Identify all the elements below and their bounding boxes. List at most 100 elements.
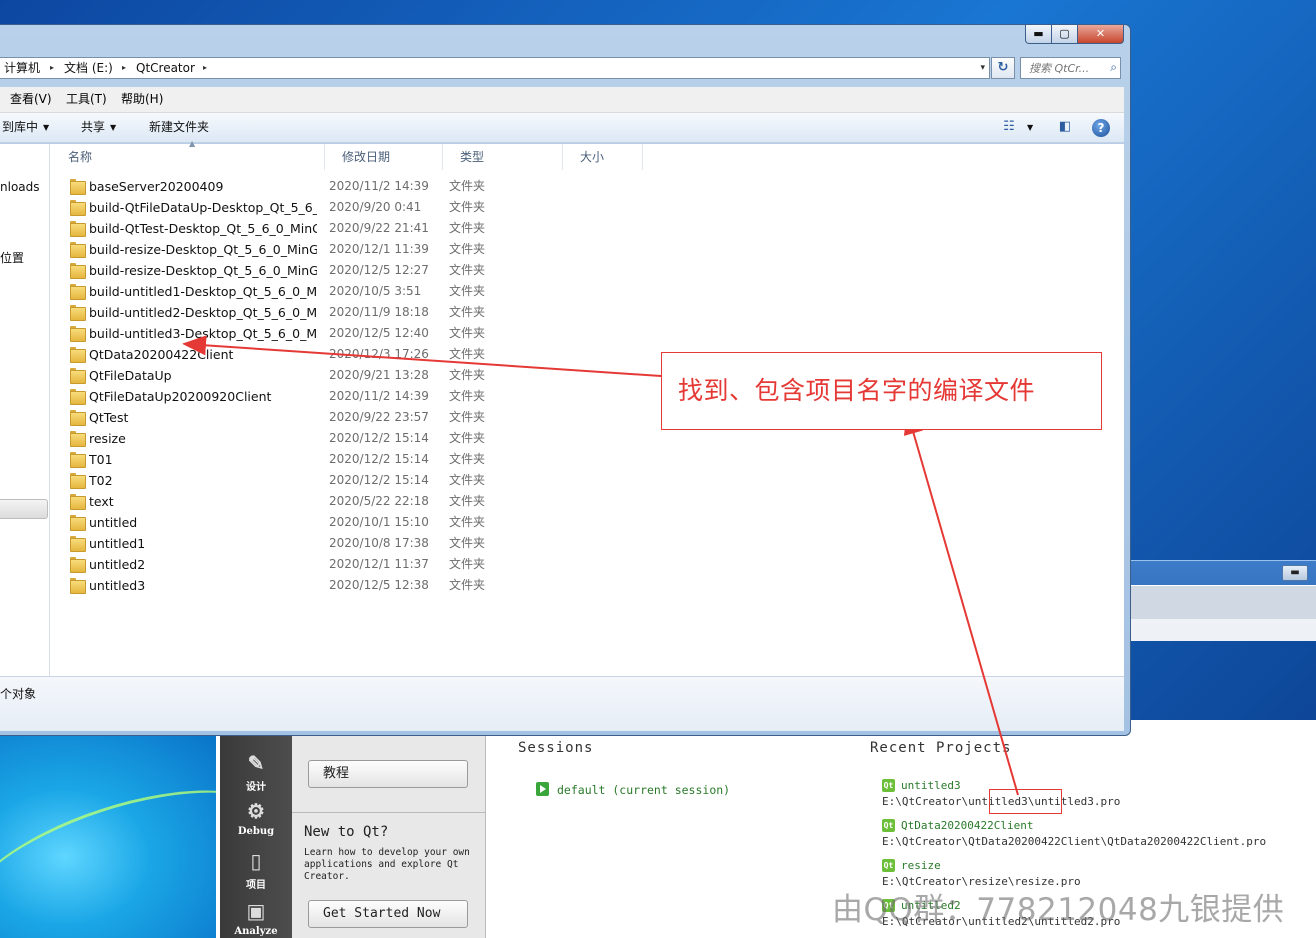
desktop-wallpaper-strip [0, 736, 216, 938]
file-name: build-untitled2-Desktop_Qt_5_6_0_Mi... [89, 305, 317, 320]
breadcrumb-computer[interactable]: 计算机 [4, 58, 40, 78]
nav-item-recent-places[interactable]: 位置 [0, 249, 24, 266]
breadcrumb-separator-icon[interactable]: ▸ [122, 58, 126, 78]
preview-pane-icon[interactable]: ◧ [1056, 119, 1074, 136]
address-bar[interactable]: 计算机 ▸ 文档 (E:) ▸ QtCreator ▸ ▾ [0, 57, 990, 79]
file-row[interactable]: untitled1 2020/10/8 17:38 文件夹 [51, 533, 641, 554]
file-type: 文件夹 [449, 200, 486, 214]
include-in-library-button[interactable]: 到库中 ▼ [2, 113, 49, 142]
view-icon[interactable]: ☷ [1000, 119, 1018, 136]
menu-view[interactable]: 查看(V) [10, 87, 52, 112]
file-type: 文件夹 [449, 326, 486, 340]
session-label: default (current session) [557, 783, 731, 797]
background-window-minimize-button[interactable]: ▬ [1282, 565, 1308, 581]
search-icon[interactable]: ⌕ [1110, 60, 1117, 75]
file-type: 文件夹 [449, 221, 486, 235]
nav-item-downloads[interactable]: nloads [0, 180, 40, 194]
view-options-dropdown[interactable]: ▼ [1022, 113, 1033, 142]
file-row[interactable]: QtData20200422Client 2020/12/3 17:26 文件夹 [51, 344, 641, 365]
file-name: build-untitled1-Desktop_Qt_5_6_0_Mi... [89, 284, 317, 299]
file-type: 文件夹 [449, 494, 486, 508]
file-row[interactable]: build-untitled2-Desktop_Qt_5_6_0_Mi... 20… [51, 302, 641, 323]
help-icon[interactable]: ? [1092, 119, 1110, 137]
background-window: ▬ [1120, 560, 1316, 641]
refresh-button[interactable]: ↻ [991, 57, 1015, 79]
menu-help[interactable]: 帮助(H) [121, 87, 163, 112]
file-date: 2020/9/21 13:28 [329, 368, 429, 382]
file-row[interactable]: QtTest 2020/9/22 23:57 文件夹 [51, 407, 641, 428]
breadcrumb-separator-icon[interactable]: ▸ [203, 58, 207, 78]
analyze-icon: ▣ [246, 899, 266, 923]
file-date: 2020/11/2 14:39 [329, 179, 429, 193]
column-header-type[interactable]: 类型 [443, 144, 563, 170]
mode-projects[interactable]: ▯ 项目 [220, 848, 292, 891]
minimize-button[interactable]: ▬ [1025, 25, 1052, 44]
panel-divider [292, 812, 486, 813]
column-headers: ▲ 名称 修改日期 类型 大小 [51, 139, 1124, 170]
file-type: 文件夹 [449, 347, 486, 361]
command-bar: 到库中 ▼ 共享 ▼ 新建文件夹 ☷ ▼ ◧ [0, 113, 1124, 143]
search-input[interactable] [1021, 58, 1101, 78]
search-box[interactable]: ⌕ [1020, 57, 1121, 79]
file-row[interactable]: QtFileDataUp 2020/9/21 13:28 文件夹 [51, 365, 641, 386]
session-play-icon [536, 782, 549, 796]
column-header-name[interactable]: 名称 [51, 144, 325, 170]
session-default[interactable]: default (current session) [536, 782, 730, 797]
share-button[interactable]: 共享 ▼ [81, 113, 116, 142]
file-row[interactable]: build-QtTest-Desktop_Qt_5_6_0_MinG... 202… [51, 218, 641, 239]
annotation-callout: 找到、包含项目名字的编译文件 [661, 352, 1102, 430]
maximize-button[interactable]: ▢ [1052, 25, 1078, 44]
file-row[interactable]: text 2020/5/22 22:18 文件夹 [51, 491, 641, 512]
file-date: 2020/12/2 15:14 [329, 473, 429, 487]
column-header-date[interactable]: 修改日期 [325, 144, 443, 170]
mode-design[interactable]: ✎ 设计 [220, 750, 292, 793]
file-row[interactable]: untitled 2020/10/1 15:10 文件夹 [51, 512, 641, 533]
file-row[interactable]: baseServer20200409 2020/11/2 14:39 文件夹 [51, 176, 641, 197]
file-row[interactable]: untitled3 2020/12/5 12:38 文件夹 [51, 575, 641, 596]
recent-projects-title: Recent Projects [870, 740, 1012, 756]
file-date: 2020/9/22 21:41 [329, 221, 429, 235]
file-name: QtFileDataUp20200920Client [89, 389, 272, 404]
folder-icon [70, 263, 86, 279]
project-name: resize [901, 859, 941, 872]
new-folder-button[interactable]: 新建文件夹 [149, 113, 209, 142]
file-name: build-QtTest-Desktop_Qt_5_6_0_MinG... [89, 221, 317, 236]
chevron-down-icon: ▼ [110, 123, 117, 132]
menu-tools[interactable]: 工具(T) [66, 87, 107, 112]
file-row[interactable]: untitled2 2020/12/1 11:37 文件夹 [51, 554, 641, 575]
file-row[interactable]: build-untitled1-Desktop_Qt_5_6_0_Mi... 20… [51, 281, 641, 302]
close-button[interactable]: ✕ [1078, 25, 1124, 44]
mode-debug[interactable]: ⚙ Debug [220, 798, 292, 837]
breadcrumb-drive[interactable]: 文档 (E:) [64, 58, 113, 78]
qt-mode-sidebar: ✎ 设计 ⚙ Debug ▯ 项目 ▣ Analyze [220, 720, 292, 938]
design-icon: ✎ [247, 751, 265, 775]
file-row[interactable]: build-untitled3-Desktop_Qt_5_6_0_Mi... 20… [51, 323, 641, 344]
file-row[interactable]: T01 2020/12/2 15:14 文件夹 [51, 449, 641, 470]
breadcrumb-separator-icon[interactable]: ▸ [50, 58, 54, 78]
column-header-size[interactable]: 大小 [563, 144, 643, 170]
file-row[interactable]: build-resize-Desktop_Qt_5_6_0_MinG... 202… [51, 260, 641, 281]
breadcrumb-qtcreator[interactable]: QtCreator [136, 58, 195, 78]
file-name: resize [89, 431, 126, 446]
file-row[interactable]: QtFileDataUp20200920Client 2020/11/2 14:3… [51, 386, 641, 407]
recent-project-item[interactable]: Qt QtData20200422Client E:\QtCreator\QtDa… [882, 818, 1266, 850]
file-name: text [89, 494, 114, 509]
folder-icon [70, 305, 86, 321]
mode-debug-label: Debug [237, 826, 275, 837]
address-dropdown-icon[interactable]: ▾ [980, 58, 985, 78]
mode-analyze-label: Analyze [234, 926, 278, 937]
mode-analyze[interactable]: ▣ Analyze [220, 898, 292, 937]
folder-icon [70, 557, 86, 573]
file-row[interactable]: build-QtFileDataUp-Desktop_Qt_5_6_... 202… [51, 197, 641, 218]
qt-project-icon: Qt [882, 859, 895, 872]
file-row[interactable]: resize 2020/12/2 15:14 文件夹 [51, 428, 641, 449]
file-date: 2020/12/1 11:39 [329, 242, 429, 256]
tutorial-button[interactable]: 教程 [308, 760, 468, 788]
get-started-button[interactable]: Get Started Now [308, 900, 468, 928]
file-row[interactable]: T02 2020/12/2 15:14 文件夹 [51, 470, 641, 491]
folder-icon [70, 536, 86, 552]
file-row[interactable]: build-resize-Desktop_Qt_5_6_0_MinG... 202… [51, 239, 641, 260]
folder-icon [70, 473, 86, 489]
file-name: untitled1 [89, 536, 146, 551]
nav-scrollbar-thumb[interactable] [0, 499, 48, 519]
